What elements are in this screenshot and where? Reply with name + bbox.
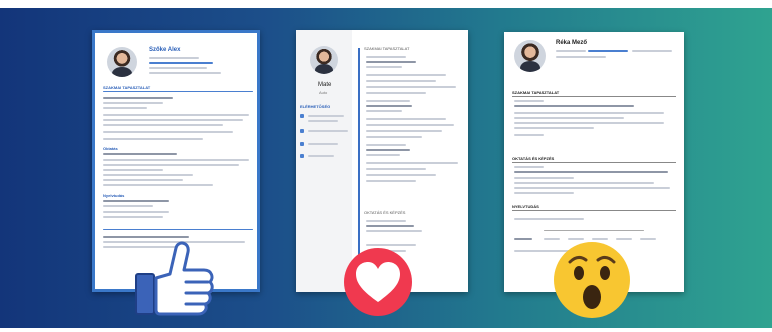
resume-subtitle: Auto xyxy=(319,90,328,95)
section-heading: Oktatás xyxy=(103,146,118,151)
section-heading: Nyelvtudás xyxy=(103,193,125,198)
resume-name: Réka Mező xyxy=(556,40,588,46)
section-heading: OKTATÁS ÉS KÉPZÉS xyxy=(512,156,555,161)
banner-background: Szőke Alex SZAKMAI TAPASZTALAT Oktatás N… xyxy=(0,8,772,328)
sidebar-heading: ELÉRHETŐSÉG xyxy=(300,104,331,109)
section-heading: NYELVTUDÁS xyxy=(512,204,539,209)
heart-icon xyxy=(344,248,412,316)
resume-name: Szőke Alex xyxy=(149,47,181,53)
section-heading: SZAKMAI TAPASZTALAT xyxy=(103,85,151,90)
profile-photo xyxy=(107,47,137,77)
section-heading: SZAKMAI TAPASZTALAT xyxy=(364,46,410,51)
section-heading: OKTATÁS ÉS KÉPZÉS xyxy=(364,210,406,215)
profile-photo xyxy=(514,40,546,72)
wow-face-icon xyxy=(554,242,630,318)
profile-photo xyxy=(310,46,338,74)
resume-name: Mate xyxy=(318,82,332,88)
timeline-line xyxy=(358,48,360,268)
thumbs-up-icon xyxy=(135,241,214,316)
section-heading: SZAKMAI TAPASZTALAT xyxy=(512,90,560,95)
